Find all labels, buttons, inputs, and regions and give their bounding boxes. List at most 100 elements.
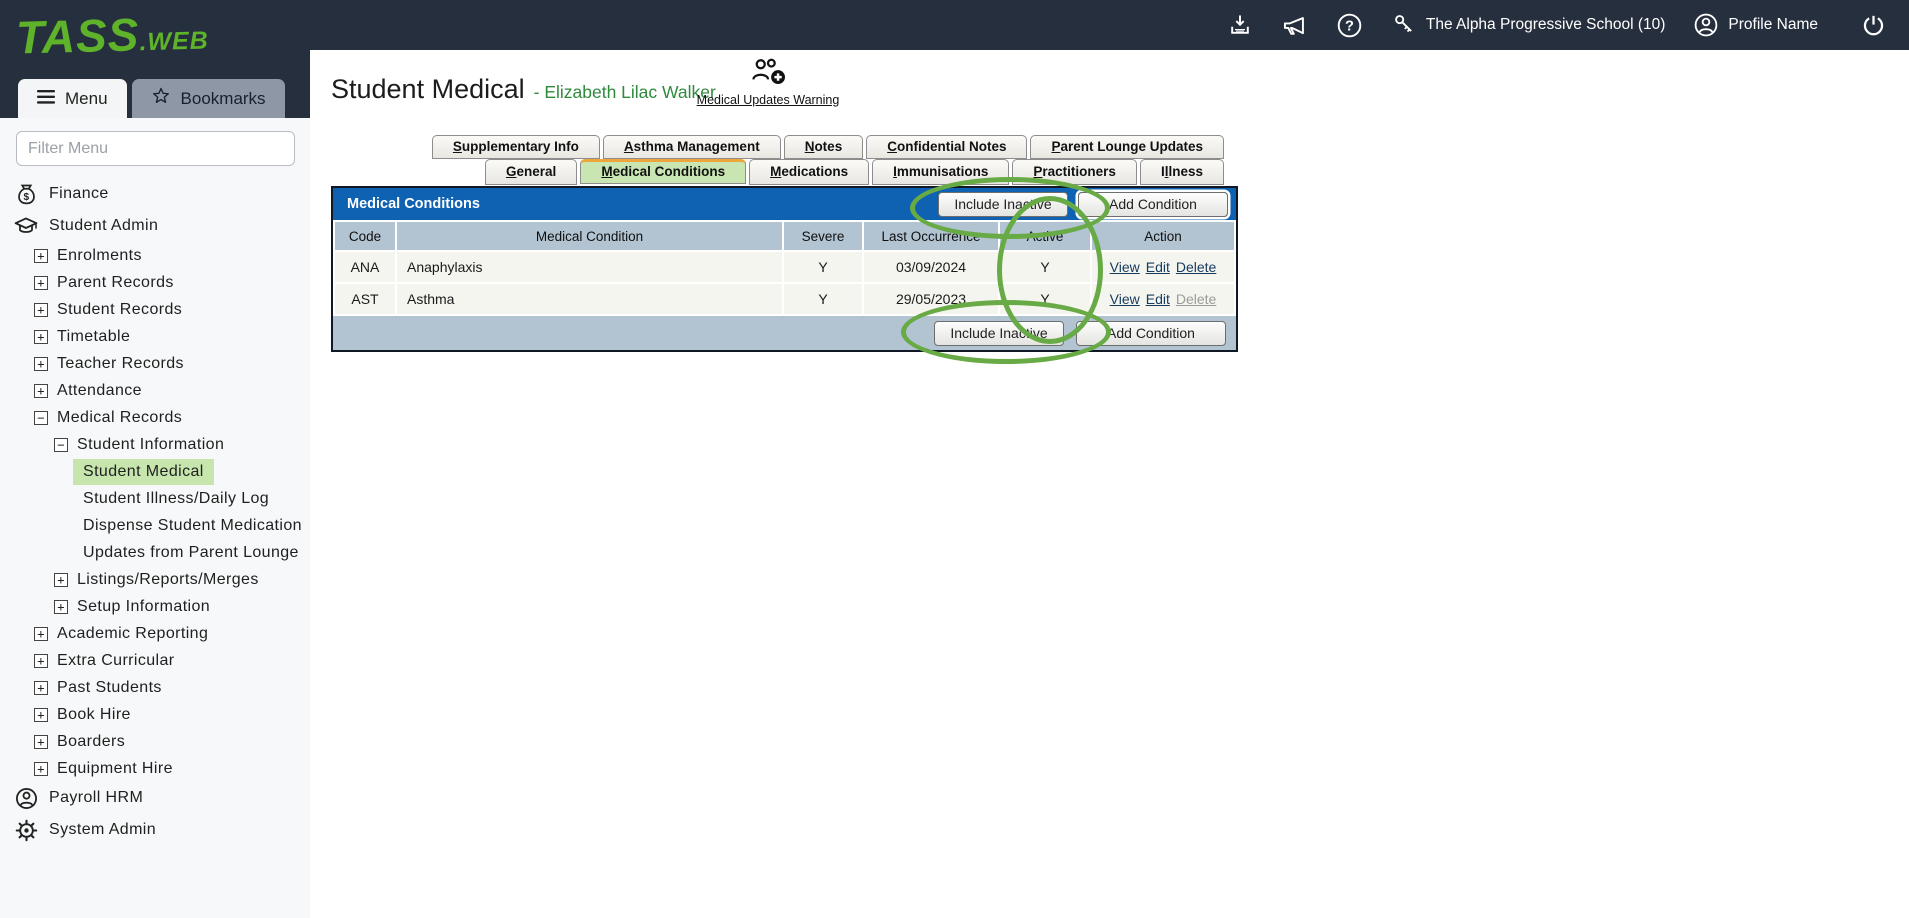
tab-menu[interactable]: Menu	[18, 79, 127, 118]
sidebar-item-past-students[interactable]: + Past Students	[0, 674, 310, 701]
expand-icon[interactable]: +	[34, 303, 48, 317]
expand-icon[interactable]: +	[34, 654, 48, 668]
sidebar-item-enrolments[interactable]: + Enrolments	[0, 242, 310, 269]
logout-button[interactable]	[1860, 12, 1887, 39]
expand-icon[interactable]: +	[34, 330, 48, 344]
sidebar-item-equipment-hire[interactable]: +Equipment Hire	[0, 755, 310, 782]
svg-text:?: ?	[1345, 18, 1354, 34]
tab-immunisations[interactable]: Immunisations	[872, 159, 1009, 185]
include-inactive-button-top[interactable]: Include Inactive	[938, 192, 1068, 217]
cell-code: AST	[335, 284, 395, 314]
sidebar-item-label: Student Medical	[73, 459, 214, 485]
cell-cond: Anaphylaxis	[397, 252, 782, 282]
sidebar-item-attendance[interactable]: +Attendance	[0, 377, 310, 404]
sidebar-item-setup-information[interactable]: +Setup Information	[0, 593, 310, 620]
tab-medications[interactable]: Medications	[749, 159, 869, 185]
sidebar-item-student-admin[interactable]: Student Admin	[0, 210, 310, 242]
sidebar-item-system-admin[interactable]: System Admin	[0, 814, 310, 846]
help-button[interactable]: ?	[1336, 12, 1363, 39]
expand-icon[interactable]: +	[34, 681, 48, 695]
collapse-icon[interactable]: −	[54, 438, 68, 452]
sidebar-item-extra-curricular[interactable]: +Extra Curricular	[0, 647, 310, 674]
edit-link[interactable]: Edit	[1146, 259, 1170, 275]
cell-last: 03/09/2024	[864, 252, 998, 282]
tab-practitioners[interactable]: Practitioners	[1012, 159, 1137, 185]
medical-conditions-table: Code Medical Condition Severe Last Occur…	[333, 220, 1236, 316]
expand-icon[interactable]: +	[34, 708, 48, 722]
col-active: Active	[1000, 222, 1090, 250]
cell-sev: Y	[784, 284, 862, 314]
filter-menu-input[interactable]	[16, 131, 295, 166]
logo-main-text: TASS	[15, 8, 140, 63]
medical-updates-warning-link[interactable]: Medical Updates Warning	[687, 56, 849, 107]
school-selector[interactable]: The Alpha Progressive School (10)	[1391, 12, 1666, 38]
page-title: Student Medical	[331, 74, 525, 104]
sidebar-item-dispense-student-medication[interactable]: Dispense Student Medication	[0, 512, 310, 539]
sidebar-menu: $FinanceStudent Admin + Enrolments +Parent …	[0, 178, 310, 846]
expand-icon[interactable]: +	[34, 627, 48, 641]
view-link[interactable]: View	[1110, 291, 1140, 307]
add-condition-button-top[interactable]: Add Condition	[1078, 192, 1228, 217]
top-bar-actions: ? The Alpha Progressive School (10) Prof…	[1227, 0, 1887, 50]
view-link[interactable]: View	[1110, 259, 1140, 275]
include-inactive-button-bottom[interactable]: Include Inactive	[934, 321, 1064, 346]
megaphone-icon	[1281, 12, 1308, 39]
sidebar-item-label: Dispense Student Medication	[83, 517, 302, 535]
sidebar-item-student-medical[interactable]: Student Medical	[0, 458, 310, 485]
sidebar-item-label: Past Students	[57, 679, 162, 697]
announcements-button[interactable]	[1281, 12, 1308, 39]
tabs-row-1: Supplementary InfoAsthma ManagementNotes…	[331, 135, 1224, 159]
profile-icon	[1693, 12, 1719, 38]
sidebar-item-updates-from-parent-lounge[interactable]: Updates from Parent Lounge	[0, 539, 310, 566]
tab-medical-conditions[interactable]: Medical Conditions	[580, 159, 746, 184]
expand-icon[interactable]: +	[34, 249, 48, 263]
tab-asthma-management[interactable]: Asthma Management	[603, 135, 781, 159]
tab-parent-lounge-updates[interactable]: Parent Lounge Updates	[1030, 135, 1224, 159]
sidebar-item-parent-records[interactable]: +Parent Records	[0, 269, 310, 296]
profile-menu[interactable]: Profile Name	[1693, 12, 1818, 38]
sidebar-item-medical-records[interactable]: −Medical Records	[0, 404, 310, 431]
sidebar-item-teacher-records[interactable]: +Teacher Records	[0, 350, 310, 377]
collapse-icon[interactable]: −	[34, 411, 48, 425]
panel-title-buttons: Include Inactive Add Condition	[938, 192, 1236, 217]
sidebar-item-finance[interactable]: $Finance	[0, 178, 310, 210]
sidebar-item-listings-reports-merges[interactable]: +Listings/Reports/Merges	[0, 566, 310, 593]
medical-conditions-panel: Medical Conditions Include Inactive Add …	[331, 186, 1238, 352]
sidebar-item-student-illness-daily-log[interactable]: Student Illness/Daily Log	[0, 485, 310, 512]
cell-code: ANA	[335, 252, 395, 282]
tab-bookmarks[interactable]: Bookmarks	[132, 79, 285, 118]
tab-supplementary-info[interactable]: Supplementary Info	[432, 135, 600, 159]
sidebar-item-label: Student Records	[57, 301, 182, 319]
tab-illness[interactable]: Illness	[1140, 159, 1224, 185]
logo-suffix-text: .WEB	[139, 26, 209, 56]
sidebar-item-student-information[interactable]: −Student Information	[0, 431, 310, 458]
sidebar-item-label: Enrolments	[57, 247, 142, 265]
sidebar-item-label: Updates from Parent Lounge	[83, 544, 299, 562]
expand-icon[interactable]: +	[34, 276, 48, 290]
cell-sev: Y	[784, 252, 862, 282]
tab-general[interactable]: General	[485, 159, 577, 185]
expand-icon[interactable]: +	[54, 573, 68, 587]
sidebar-item-student-records[interactable]: + Student Records	[0, 296, 310, 323]
expand-icon[interactable]: +	[34, 384, 48, 398]
sidebar-item-book-hire[interactable]: +Book Hire	[0, 701, 310, 728]
tab-notes[interactable]: Notes	[784, 135, 864, 159]
expand-icon[interactable]: +	[34, 735, 48, 749]
expand-icon[interactable]: +	[34, 762, 48, 776]
downloads-button[interactable]	[1227, 12, 1253, 38]
tab-confidential-notes[interactable]: Confidential Notes	[866, 135, 1027, 159]
expand-icon[interactable]: +	[34, 357, 48, 371]
sidebar-item-timetable[interactable]: +Timetable	[0, 323, 310, 350]
conditions-tbody: ANAAnaphylaxisY03/09/2024Y View Edit Delete…	[335, 252, 1234, 314]
edit-link[interactable]: Edit	[1146, 291, 1170, 307]
sidebar-item-label: System Admin	[49, 821, 156, 839]
expand-icon[interactable]: +	[54, 600, 68, 614]
download-icon	[1227, 12, 1253, 38]
add-condition-button-bottom[interactable]: Add Condition	[1076, 321, 1226, 346]
sidebar-item-payroll-hrm[interactable]: Payroll HRM	[0, 782, 310, 814]
sidebar-item-boarders[interactable]: +Boarders	[0, 728, 310, 755]
delete-link[interactable]: Delete	[1176, 259, 1216, 275]
sidebar-item-academic-reporting[interactable]: +Academic Reporting	[0, 620, 310, 647]
table-row: ANAAnaphylaxisY03/09/2024YViewEditDelete	[335, 252, 1234, 282]
bookmarks-tab-label: Bookmarks	[181, 89, 266, 109]
